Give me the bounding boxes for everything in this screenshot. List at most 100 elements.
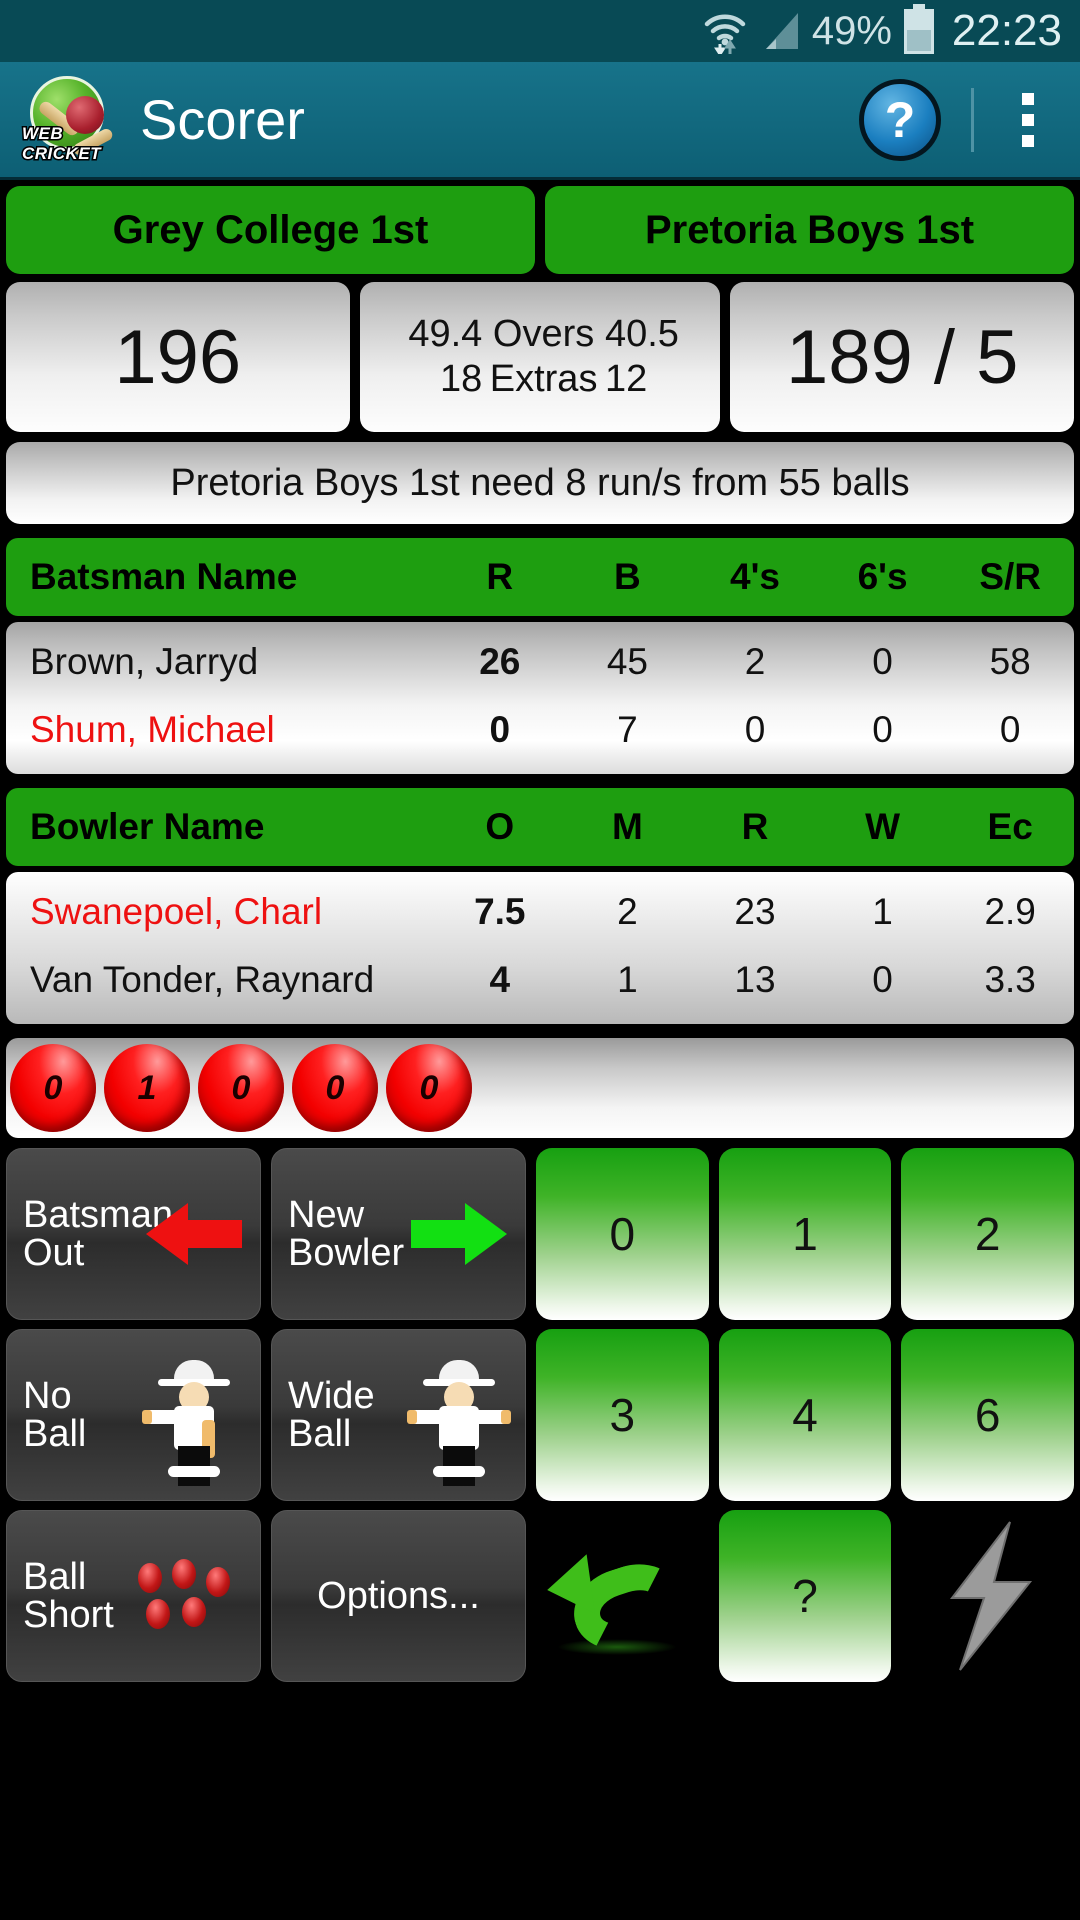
batsman-strike-rate: 58 [989, 641, 1031, 682]
bowler-table-header: Bowler Name O M R W Ec [6, 788, 1074, 866]
keypad-row-2: No Ball Wide Ball 3 4 6 [6, 1329, 1075, 1501]
logo-bottom-text: CRICKET [20, 142, 102, 164]
quick-action-button[interactable] [901, 1510, 1074, 1682]
help-run-button[interactable]: ? [718, 1510, 892, 1682]
run-button-6[interactable]: 6 [901, 1329, 1075, 1501]
batsman-balls: 45 [606, 641, 648, 682]
extras-home: 18 [440, 358, 483, 400]
table-row[interactable]: Van Tonder, Raynard 4 1 13 0 3.3 [6, 946, 1074, 1014]
new-bowler-label: New Bowler [288, 1194, 405, 1274]
overs-home: 49.4 [408, 313, 483, 355]
bowler-header-name: Bowler Name [30, 806, 265, 847]
overs-away: 40.5 [604, 313, 679, 355]
ball-marker[interactable]: 1 [104, 1044, 190, 1132]
action-bar-divider [971, 87, 974, 152]
action-bar-actions: ? [859, 78, 1058, 161]
arrow-left-icon [146, 1203, 242, 1265]
no-ball-label: No Ball [23, 1375, 87, 1455]
clock: 22:23 [951, 6, 1062, 55]
bowler-overs: 4 [489, 959, 511, 1000]
bowler-runs: 23 [734, 891, 776, 932]
help-button[interactable]: ? [859, 78, 941, 161]
away-score[interactable]: 189 / 5 [730, 282, 1074, 432]
bowler-overs: 7.5 [474, 891, 526, 932]
batsman-header-fours: 4's [730, 556, 780, 597]
batsman-name: Brown, Jarryd [30, 641, 259, 682]
bowler-wickets: 1 [872, 891, 893, 932]
lightning-bolt-icon [934, 1520, 1042, 1672]
batsman-name: Shum, Michael [30, 709, 275, 750]
signal-icon [758, 11, 802, 51]
wide-ball-label: Wide Ball [288, 1375, 375, 1455]
bowler-name: Swanepoel, Charl [30, 891, 323, 932]
no-ball-button[interactable]: No Ball [6, 1329, 261, 1501]
run-button-0[interactable]: 0 [536, 1148, 709, 1320]
extras-line: 18 Extras 12 [360, 358, 721, 401]
batsman-header-name: Batsman Name [30, 556, 298, 597]
score-summary: 196 49.4 Overs 40.5 18 Extras 12 189 / 5 [0, 274, 1080, 432]
cricket-balls-icon [138, 1557, 242, 1635]
bowler-table-body: Swanepoel, Charl 7.5 2 23 1 2.9 Van Tond… [6, 872, 1074, 1024]
options-button[interactable]: Options... [271, 1510, 526, 1682]
batsman-header-b: B [614, 556, 641, 597]
wide-ball-button[interactable]: Wide Ball [271, 1329, 526, 1501]
status-bar: 49% 22:23 [0, 0, 1080, 62]
bowler-header-wickets: W [865, 806, 901, 847]
umpire-wide-ball-icon [407, 1354, 511, 1486]
options-label: Options... [317, 1575, 480, 1617]
keypad-row-1: Batsman Out New Bowler 0 1 2 [6, 1148, 1075, 1320]
team-tab-away[interactable]: Pretoria Boys 1st [545, 186, 1074, 274]
bowler-runs: 13 [734, 959, 776, 1000]
page-title: Scorer [140, 88, 305, 151]
extras-label: Extras [489, 358, 598, 400]
ball-marker[interactable]: 0 [386, 1044, 472, 1132]
run-button-2[interactable]: 2 [901, 1148, 1075, 1320]
overs-extras-panel[interactable]: 49.4 Overs 40.5 18 Extras 12 [359, 282, 721, 432]
undo-button[interactable] [536, 1510, 709, 1682]
wifi-icon [702, 8, 748, 57]
batsman-fours: 2 [744, 641, 766, 682]
bowler-maidens: 1 [617, 959, 638, 1000]
run-button-4[interactable]: 4 [718, 1329, 892, 1501]
bowler-maidens: 2 [617, 891, 638, 932]
undo-arrow-icon [543, 1541, 697, 1663]
batsman-header-sr: S/R [979, 556, 1042, 597]
batsman-table-header: Batsman Name R B 4's 6's S/R [6, 538, 1074, 616]
batsman-sixes: 0 [872, 709, 893, 750]
home-score[interactable]: 196 [6, 282, 350, 432]
run-button-3[interactable]: 3 [536, 1329, 709, 1501]
batsman-strike-rate: 0 [999, 709, 1021, 750]
run-button-1[interactable]: 1 [718, 1148, 892, 1320]
batsman-runs: 26 [479, 641, 521, 682]
this-over-strip: 0 1 0 0 0 [6, 1038, 1074, 1138]
bowler-name: Van Tonder, Raynard [30, 959, 375, 1000]
bowler-wickets: 0 [872, 959, 893, 1000]
batsman-header-r: R [486, 556, 514, 597]
status-bar-icons: 49% 22:23 [702, 3, 1062, 59]
bowler-header-economy: Ec [987, 806, 1033, 847]
table-row[interactable]: Brown, Jarryd 26 45 2 0 58 [6, 628, 1074, 696]
scoring-keypad: Batsman Out New Bowler 0 1 2 No Ball Wid… [0, 1138, 1080, 1682]
battery-icon [902, 3, 936, 59]
batsman-header-sixes: 6's [857, 556, 908, 597]
bowler-economy: 2.9 [984, 891, 1036, 932]
arrow-right-icon [411, 1203, 507, 1265]
team-innings-tabs: Grey College 1st Pretoria Boys 1st [0, 180, 1080, 274]
team-tab-home[interactable]: Grey College 1st [6, 186, 535, 274]
table-row[interactable]: Shum, Michael 0 7 0 0 0 [6, 696, 1074, 764]
overflow-menu-icon[interactable] [1004, 92, 1058, 147]
batsman-out-button[interactable]: Batsman Out [6, 1148, 261, 1320]
extras-away: 12 [604, 358, 648, 400]
ball-marker[interactable]: 0 [198, 1044, 284, 1132]
ball-short-button[interactable]: Ball Short [6, 1510, 261, 1682]
ball-marker[interactable]: 0 [292, 1044, 378, 1132]
table-row[interactable]: Swanepoel, Charl 7.5 2 23 1 2.9 [6, 878, 1074, 946]
bowler-header-runs: R [741, 806, 769, 847]
ball-marker[interactable]: 0 [10, 1044, 96, 1132]
new-bowler-button[interactable]: New Bowler [271, 1148, 526, 1320]
overs-label: Overs [492, 313, 595, 355]
bowler-header-maidens: M [611, 806, 643, 847]
logo-top-text: WEB [20, 122, 64, 144]
batsman-balls: 7 [617, 709, 638, 750]
battery-percent: 49% [811, 8, 892, 53]
